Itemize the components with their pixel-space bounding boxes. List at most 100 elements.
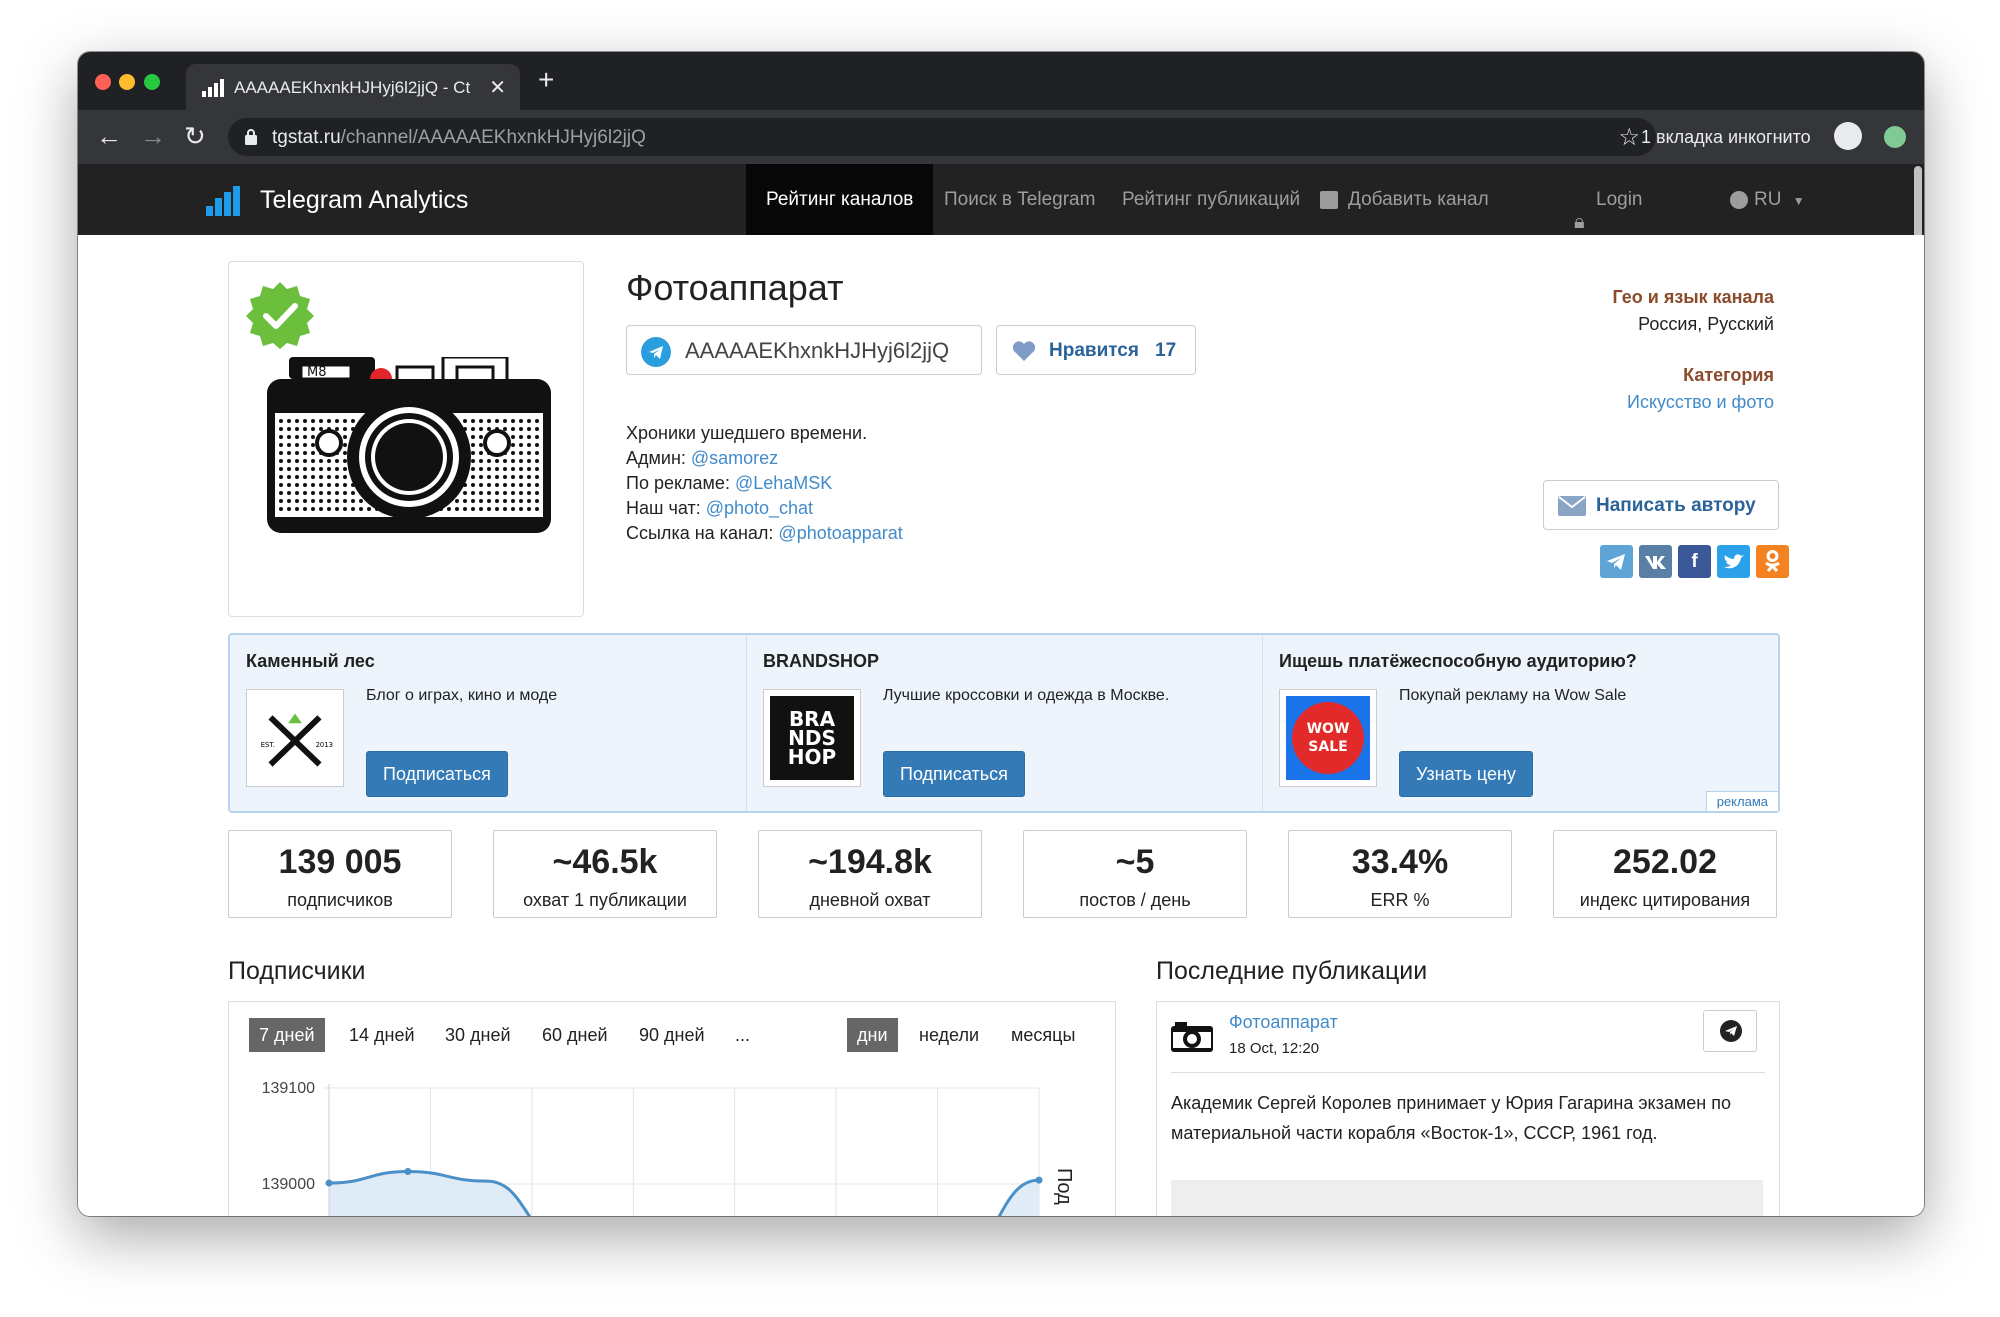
brand-name[interactable]: Telegram Analytics [260,186,468,215]
ad-logo: BRA NDS HOP [763,689,861,787]
share-telegram-icon[interactable] [1600,545,1633,578]
post-channel-avatar[interactable] [1171,1022,1213,1052]
share-odnoklassniki-icon[interactable] [1756,545,1789,578]
open-in-telegram-button[interactable] [1703,1010,1757,1052]
post-divider [1171,1072,1765,1073]
subscribers-chart: 139100 139000 [262,1080,1043,1216]
svg-text:EST.: EST. [261,741,275,749]
ad-card[interactable]: Каменный лес EST. 2013 Блог о играх, кин… [230,635,746,811]
stat-value: 139 005 [278,843,402,881]
geo-value: Россия, Русский [1638,314,1774,334]
chart-data-point [1035,1176,1043,1184]
stat-value: ~194.8k [808,843,932,881]
stat-card: ~194.8k дневной охват [758,830,982,918]
close-window-button[interactable] [95,74,111,90]
description-line: Наш чат: @photo_chat [626,498,814,518]
tab-strip: AAAAAEKhxnkHJHyj6l2jjQ - Ct ✕ + [78,52,1924,110]
new-tab-button[interactable]: + [538,66,554,94]
stat-card: 252.02 индекс цитирования [1553,830,1777,918]
chart-area-fill [329,1171,1039,1216]
nav-posts-rating[interactable]: Рейтинг публикаций [1102,164,1320,235]
incognito-icon[interactable] [1834,122,1862,150]
chart-data-point [404,1168,412,1176]
description-line: Хроники ушедшего времени. [626,423,868,443]
ads-label[interactable]: реклама [1705,791,1778,811]
category-link[interactable]: Искусство и фото [1474,392,1774,413]
ad-subscribe-button[interactable]: Подписаться [366,751,508,797]
url-text: tgstat.ru/channel/AAAAAEKhxnkHJHyj6l2jjQ [272,127,646,148]
maximize-window-button[interactable] [144,74,160,90]
bar-chart-icon [202,79,224,97]
browser-tab[interactable]: AAAAAEKhxnkHJHyj6l2jjQ - Ct ✕ [186,64,520,110]
reload-icon[interactable]: ↻ [184,122,206,150]
post-card: Фотоаппарат 18 Oct, 12:20 Академик Серге… [1156,1001,1780,1216]
incognito-label: 1 вкладка инкогнито [1641,127,1811,147]
y-tick-label: 139000 [262,1176,315,1193]
stat-label: индекс цитирования [1579,890,1751,910]
stat-value: ~46.5k [552,843,658,881]
post-channel-link[interactable]: Фотоаппарат [1229,1012,1338,1033]
stat-card: ~46.5k охват 1 публикации [493,830,717,918]
heart-icon [1012,341,1036,361]
ad-price-button[interactable]: Узнать цену [1399,751,1533,797]
telegram-icon [641,337,671,367]
share-facebook-icon[interactable]: f [1678,545,1711,578]
site-navbar: Telegram Analytics Рейтинг каналов Поиск… [78,164,1924,235]
channel-avatar: M8 [228,261,584,617]
description-line: По рекламе: @LehaMSK [626,473,833,493]
description-line: Ссылка на канал: @photoapparat [626,523,903,543]
channel-description: Хроники ушедшего времени. Админ: @samore… [626,421,903,546]
forward-arrow-icon[interactable]: → [140,122,166,150]
globe-icon [1730,191,1748,209]
caret-down-icon: ▼ [1792,194,1805,208]
channel-handle-button[interactable]: AAAAAEKhxnkHJHyj6l2jjQ [626,325,982,375]
stat-label: охват 1 публикации [523,890,687,910]
nav-language-label: RU [1754,189,1782,210]
camera-illustration: M8 [267,357,551,533]
nav-language[interactable]: RU ▼ [1710,164,1825,235]
ad-subscribe-button[interactable]: Подписаться [883,751,1025,797]
nav-telegram-search[interactable]: Поиск в Telegram [924,164,1115,235]
chat-link[interactable]: @photo_chat [706,498,813,518]
post-image[interactable] [1171,1180,1763,1216]
admin-link[interactable]: @samorez [691,448,778,468]
stat-label: постов / день [1079,890,1191,910]
address-bar[interactable]: tgstat.ru/channel/AAAAAEKhxnkHJHyj6l2jjQ… [228,118,1656,156]
stat-card: 33.4% ERR % [1288,830,1512,918]
tab-title: AAAAAEKhxnkHJHyj6l2jjQ - Ct [234,78,471,97]
channel-link[interactable]: @photoapparat [778,523,902,543]
bookmark-star-icon[interactable]: ☆ [1618,123,1640,152]
nav-add-channel[interactable]: Добавить канал [1300,164,1509,235]
like-button[interactable]: Нравится 17 [996,325,1196,375]
lock-icon [245,129,257,145]
ad-card[interactable]: Ищешь платёжеспособную аудиторию? WOW SA… [1262,635,1778,811]
subscribers-chart-panel: 7 дней 14 дней 30 дней 60 дней 90 дней .… [228,1001,1116,1216]
chart-data-point [325,1179,333,1187]
brand-bar-chart-icon[interactable] [206,186,240,216]
like-label: Нравится [1049,340,1139,361]
verified-badge-icon [246,282,314,349]
update-icon[interactable] [1884,126,1906,148]
page-scrollbar[interactable] [1914,166,1922,246]
back-arrow-icon[interactable]: ← [96,122,122,150]
share-vk-icon[interactable] [1639,545,1672,578]
ads-contact-link[interactable]: @LehaMSK [735,473,832,493]
write-author-button[interactable]: Написать автору [1543,480,1779,530]
page-content: M8 Фотоаппарат AAAAAEKhxnkHJHyj6l2jjQ Нр… [78,235,1924,1216]
nav-login[interactable]: 🔒︎ Login [1552,164,1663,235]
share-twitter-icon[interactable] [1717,545,1750,578]
stat-value: ~5 [1115,843,1155,881]
minimize-window-button[interactable] [119,74,135,90]
description-line: Админ: @samorez [626,448,779,468]
nav-channel-rating[interactable]: Рейтинг каналов [746,164,934,235]
y-tick-label: 139100 [262,1080,315,1097]
close-tab-icon[interactable]: ✕ [489,75,506,100]
chart-axis-title: Под [1053,1168,1075,1205]
nav-login-label: Login [1596,189,1643,210]
channel-handle: AAAAAEKhxnkHJHyj6l2jjQ [685,338,950,363]
ad-card[interactable]: BRANDSHOP BRA NDS HOP Лучшие кроссовки и… [746,635,1262,811]
latest-posts-heading: Последние публикации [1156,957,1428,985]
ad-text: Блог о играх, кино и моде [366,687,558,704]
stat-card: 139 005 подписчиков [228,830,452,918]
telegram-icon [1720,1020,1742,1042]
